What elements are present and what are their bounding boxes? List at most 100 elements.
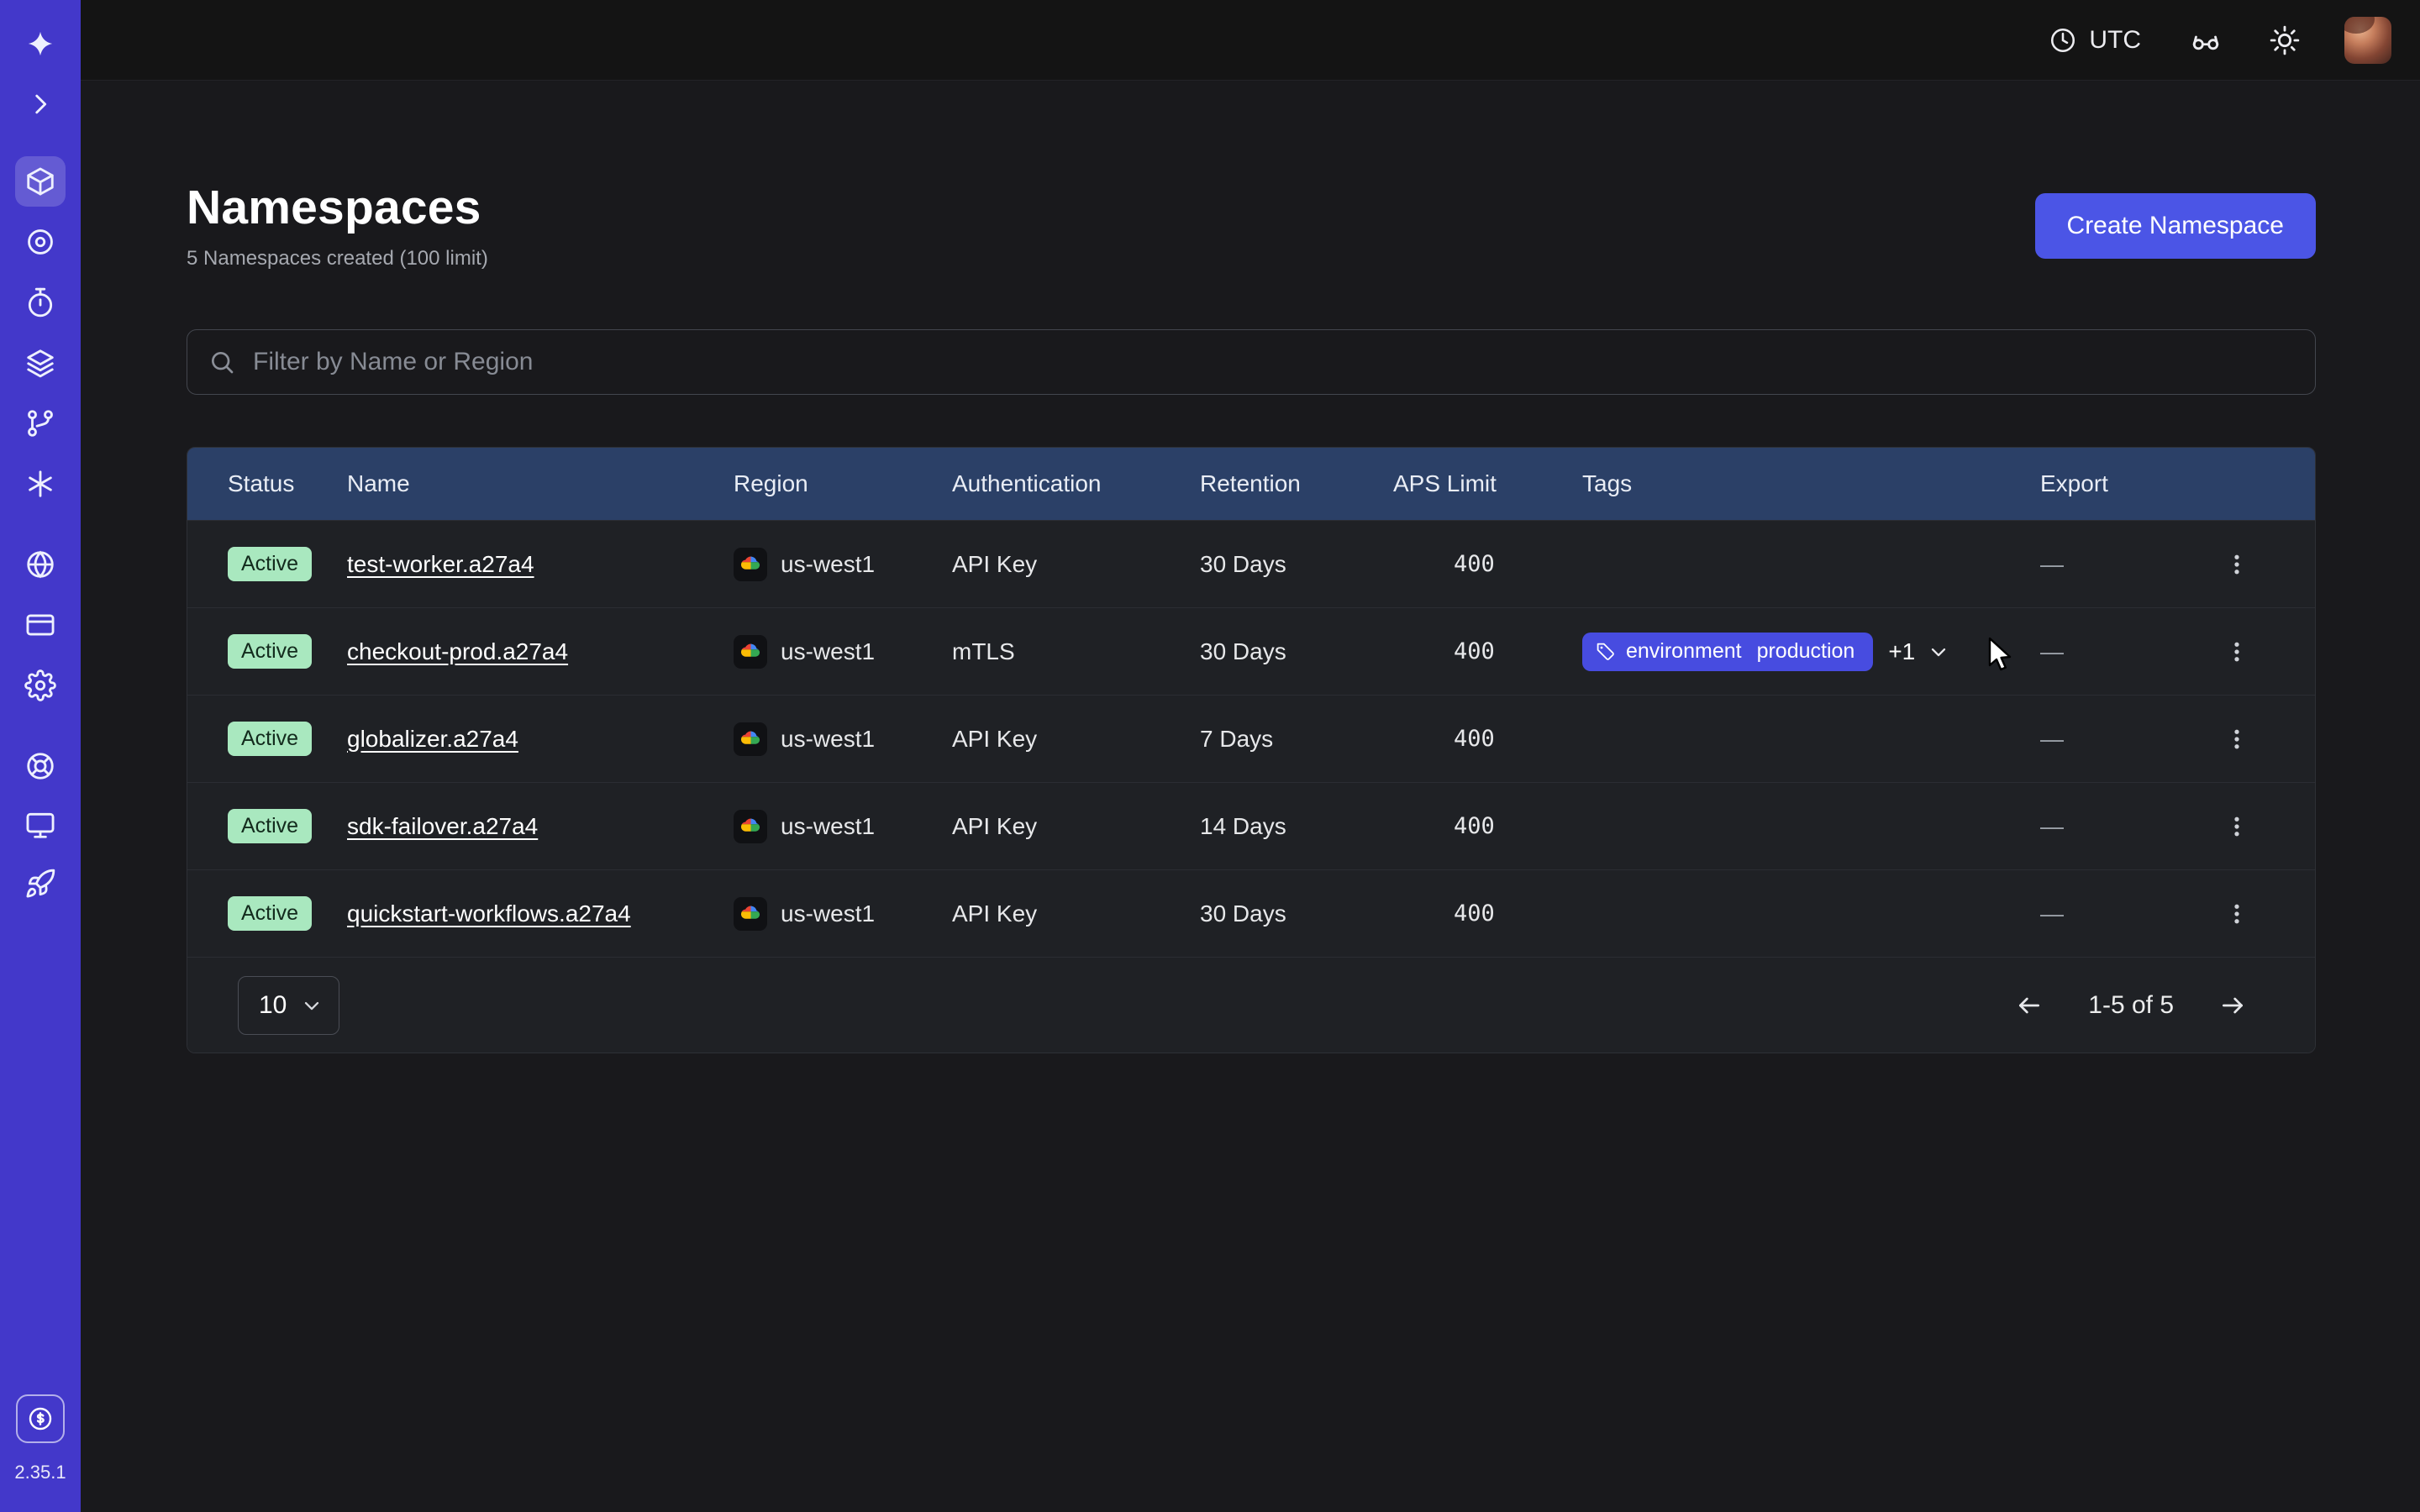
page-size-select[interactable]: 10	[238, 976, 339, 1035]
namespace-link[interactable]: checkout-prod.a27a4	[347, 638, 568, 665]
glasses-icon	[2190, 24, 2222, 56]
target-icon	[24, 226, 56, 258]
table-row: Active quickstart-workflows.a27a4 us-wes…	[187, 869, 2315, 957]
clock-icon	[2049, 26, 2077, 55]
pager: 1-5 of 5	[2011, 987, 2251, 1024]
namespace-link[interactable]: test-worker.a27a4	[347, 551, 534, 578]
sidebar: 2.35.1	[0, 0, 81, 1512]
tag-icon	[1596, 642, 1616, 662]
column-header-tags: Tags	[1582, 470, 2040, 497]
asterisk-icon	[24, 468, 56, 500]
table-footer: 10 1-5 of 5	[187, 957, 2315, 1053]
nav-support-button[interactable]	[15, 741, 66, 791]
create-namespace-button[interactable]: Create Namespace	[2035, 193, 2316, 259]
nav-batch-operations-button[interactable]	[15, 338, 66, 388]
aps-limit-value: 400	[1393, 900, 1582, 927]
page-title: Namespaces	[187, 180, 488, 235]
authentication-value: API Key	[952, 551, 1200, 578]
gcp-cloud-icon	[734, 548, 767, 581]
sun-icon	[2269, 24, 2301, 56]
namespaces-table: Status Name Region Authentication Retent…	[187, 447, 2316, 1053]
temporal-logo-button[interactable]	[15, 18, 66, 69]
sidebar-expand-button[interactable]	[15, 79, 66, 129]
authentication-value: API Key	[952, 900, 1200, 927]
export-value: —	[2040, 551, 2191, 578]
export-value: —	[2040, 813, 2191, 840]
tag-pill[interactable]: environment production	[1582, 633, 1873, 671]
nav-settings-button[interactable]	[15, 660, 66, 711]
search-input[interactable]	[187, 329, 2316, 395]
retention-value: 30 Days	[1200, 900, 1393, 927]
nav-nexus-button[interactable]	[15, 459, 66, 509]
column-header-authentication: Authentication	[952, 470, 1200, 497]
tags-expand-button[interactable]	[1922, 635, 1955, 669]
arrow-right-icon	[2219, 991, 2246, 1020]
table-row: Active test-worker.a27a4 us-west1 API Ke…	[187, 520, 2315, 607]
authentication-value: mTLS	[952, 638, 1200, 665]
theme-toggle-button[interactable]	[2265, 21, 2304, 60]
sidebar-bottom-group: 2.35.1	[0, 1394, 81, 1483]
region-label: us-west1	[781, 638, 875, 665]
status-badge: Active	[228, 547, 312, 581]
column-header-name: Name	[347, 470, 734, 497]
row-actions-button[interactable]	[2217, 894, 2257, 934]
topbar: UTC	[81, 0, 2420, 81]
column-header-aps-limit: APS Limit	[1393, 470, 1582, 497]
nav-deployments-button[interactable]	[15, 398, 66, 449]
nav-workflows-button[interactable]	[15, 217, 66, 267]
nav-getting-started-button[interactable]	[15, 858, 66, 909]
region-label: us-west1	[781, 813, 875, 840]
row-actions-button[interactable]	[2217, 632, 2257, 672]
namespace-link[interactable]: sdk-failover.a27a4	[347, 813, 538, 840]
lifebuoy-icon	[24, 750, 56, 782]
avatar[interactable]	[2344, 17, 2391, 64]
region-label: us-west1	[781, 551, 875, 578]
branch-icon	[24, 407, 56, 439]
gcp-cloud-icon	[734, 897, 767, 931]
gear-icon	[24, 669, 56, 701]
usage-button[interactable]	[16, 1394, 65, 1443]
globe-icon	[24, 549, 56, 580]
column-header-export: Export	[2040, 470, 2191, 497]
sidebar-nav-help	[0, 741, 81, 909]
namespace-link[interactable]: globalizer.a27a4	[347, 726, 518, 753]
page-title-block: Namespaces 5 Namespaces created (100 lim…	[187, 180, 488, 270]
sidebar-top-group	[0, 18, 81, 129]
timezone-label: UTC	[2089, 26, 2141, 55]
retention-value: 30 Days	[1200, 638, 1393, 665]
pagination-range: 1-5 of 5	[2088, 991, 2174, 1020]
temporal-logo-icon	[26, 29, 55, 58]
namespace-link[interactable]: quickstart-workflows.a27a4	[347, 900, 631, 927]
previous-page-button[interactable]	[2011, 987, 2048, 1024]
region-label: us-west1	[781, 726, 875, 753]
export-value: —	[2040, 726, 2191, 753]
nav-namespaces-button[interactable]	[15, 156, 66, 207]
row-actions-button[interactable]	[2217, 544, 2257, 585]
status-badge: Active	[228, 809, 312, 843]
column-header-region: Region	[734, 470, 952, 497]
table-header-row: Status Name Region Authentication Retent…	[187, 448, 2315, 520]
sidebar-nav-account	[0, 539, 81, 711]
gcp-cloud-icon	[734, 810, 767, 843]
timer-icon	[24, 286, 56, 318]
nav-docs-button[interactable]	[15, 800, 66, 850]
status-badge: Active	[228, 722, 312, 756]
next-page-button[interactable]	[2214, 987, 2251, 1024]
tag-overflow-count: +1	[1888, 638, 1915, 665]
kebab-menu-icon	[2224, 901, 2249, 927]
nav-schedules-button[interactable]	[15, 277, 66, 328]
nav-billing-button[interactable]	[15, 600, 66, 650]
gcp-cloud-icon	[734, 722, 767, 756]
chevron-down-icon	[300, 994, 324, 1017]
timezone-button[interactable]: UTC	[2044, 25, 2146, 55]
cube-icon	[24, 165, 56, 197]
app-version: 2.35.1	[14, 1462, 66, 1483]
nav-cloud-button[interactable]	[15, 539, 66, 590]
row-actions-button[interactable]	[2217, 806, 2257, 847]
aps-limit-value: 400	[1393, 638, 1582, 664]
export-value: —	[2040, 900, 2191, 927]
retention-value: 7 Days	[1200, 726, 1393, 753]
sidebar-nav-primary	[0, 156, 81, 509]
row-actions-button[interactable]	[2217, 719, 2257, 759]
labs-toggle-button[interactable]	[2186, 21, 2225, 60]
